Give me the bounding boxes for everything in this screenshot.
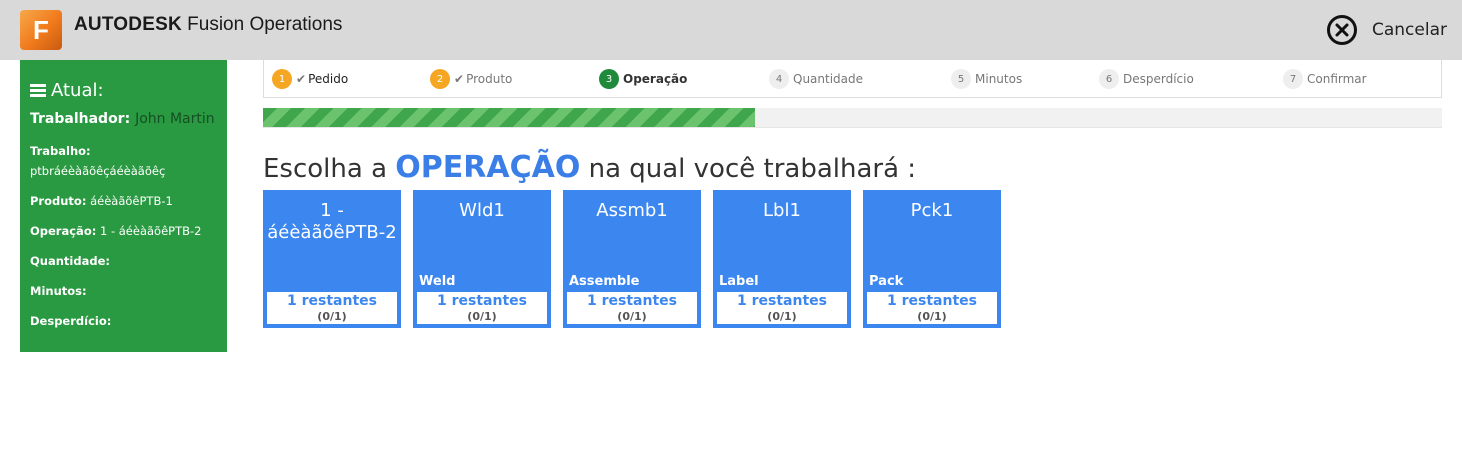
progress-bar xyxy=(263,108,1442,128)
operation-tile[interactable]: Lbl1 Label 1 restantes (0/1) xyxy=(713,190,851,328)
step-number: 1 xyxy=(272,69,292,89)
operation-value: 1 - áéèàãõêPTB-2 xyxy=(99,224,202,238)
remaining-ratio: (0/1) xyxy=(917,310,947,323)
remaining-ratio: (0/1) xyxy=(767,310,797,323)
worker-value: John Martin xyxy=(135,111,215,127)
cancel-label[interactable]: Cancelar xyxy=(1372,20,1447,40)
operation-tile[interactable]: Pck1 Pack 1 restantes (0/1) xyxy=(863,190,1001,328)
step-number: 5 xyxy=(951,69,971,89)
operation-label: Operação: xyxy=(30,224,97,238)
heading-emphasis: OPERAÇÃO xyxy=(395,150,581,185)
step-minutos: 5 Minutos xyxy=(951,69,1022,89)
step-produto[interactable]: 2 ✔ Produto xyxy=(430,69,512,89)
progress-fill xyxy=(263,108,755,127)
panel-title-label: Atual: xyxy=(51,80,104,101)
top-bar: F AUTODESK Fusion Operations Cancelar xyxy=(0,0,1462,60)
remaining-ratio: (0/1) xyxy=(317,310,347,323)
job-row: Trabalho: xyxy=(30,141,91,161)
panel-title: Atual: xyxy=(30,80,104,101)
remaining-count: 1 restantes xyxy=(887,293,977,309)
worker-row: Trabalhador: John Martin xyxy=(30,111,215,127)
check-icon: ✔ xyxy=(454,72,465,86)
job-label: Trabalho: xyxy=(30,144,91,158)
logo-letter: F xyxy=(33,14,49,45)
step-label: Minutos xyxy=(975,72,1023,86)
heading-prefix: Escolha a xyxy=(263,154,388,184)
brand-autodesk: AUTODESK xyxy=(74,14,182,35)
remaining-box: 1 restantes (0/1) xyxy=(417,292,547,324)
operation-code: Wld1 xyxy=(459,200,505,221)
app-title: AUTODESK Fusion Operations xyxy=(74,14,342,36)
fusion-logo: F xyxy=(20,10,62,50)
hamburger-icon xyxy=(30,84,46,97)
step-number: 3 xyxy=(599,69,619,89)
step-label: Confirmar xyxy=(1307,72,1367,86)
quantity-row: Quantidade: xyxy=(30,251,110,271)
brand-product: Fusion Operations xyxy=(187,14,343,35)
product-row: Produto: áéèàãõêPTB-1 xyxy=(30,191,173,211)
operation-description: Pack xyxy=(869,274,904,289)
step-label: Desperdício xyxy=(1123,72,1194,86)
step-desperdicio: 6 Desperdício xyxy=(1099,69,1194,89)
step-label: Pedido xyxy=(308,72,349,86)
step-number: 6 xyxy=(1099,69,1119,89)
step-number: 2 xyxy=(430,69,450,89)
operation-description: Assemble xyxy=(569,274,640,289)
remaining-box: 1 restantes (0/1) xyxy=(267,292,397,324)
job-value: ptbráéèàãõêçáéèàãõêç xyxy=(30,164,166,178)
waste-row: Desperdício: xyxy=(30,311,111,331)
product-label: Produto: xyxy=(30,194,87,208)
operation-row: Operação: 1 - áéèàãõêPTB-2 xyxy=(30,221,201,241)
remaining-count: 1 restantes xyxy=(587,293,677,309)
waste-label: Desperdício: xyxy=(30,314,112,328)
operation-description: Weld xyxy=(419,274,456,289)
remaining-count: 1 restantes xyxy=(737,293,827,309)
wizard-steps: 1 ✔ Pedido 2 ✔ Produto 3 Operação 4 Quan… xyxy=(263,60,1442,98)
step-quantidade: 4 Quantidade xyxy=(769,69,863,89)
quantity-label: Quantidade: xyxy=(30,254,110,268)
cancel-button[interactable]: Cancelar xyxy=(1326,14,1447,46)
remaining-box: 1 restantes (0/1) xyxy=(567,292,697,324)
operation-code: Pck1 xyxy=(910,200,954,221)
remaining-ratio: (0/1) xyxy=(467,310,497,323)
page-heading: Escolha a OPERAÇÃO na qual você trabalha… xyxy=(263,150,916,185)
step-label: Operação xyxy=(623,72,688,86)
remaining-ratio: (0/1) xyxy=(617,310,647,323)
step-operacao[interactable]: 3 Operação xyxy=(599,69,687,89)
check-icon: ✔ xyxy=(296,72,307,86)
remaining-count: 1 restantes xyxy=(287,293,377,309)
remaining-box: 1 restantes (0/1) xyxy=(867,292,997,324)
heading-suffix: na qual você trabalhará : xyxy=(588,154,917,184)
operation-tile[interactable]: Assmb1 Assemble 1 restantes (0/1) xyxy=(563,190,701,328)
current-info-panel: Atual: Trabalhador: John Martin Trabalho… xyxy=(20,60,227,352)
close-circle-icon[interactable] xyxy=(1326,14,1358,46)
operation-tile[interactable]: Wld1 Weld 1 restantes (0/1) xyxy=(413,190,551,328)
minutes-row: Minutos: xyxy=(30,281,87,301)
worker-label: Trabalhador: xyxy=(30,111,131,127)
step-label: Quantidade xyxy=(793,72,864,86)
product-value: áéèàãõêPTB-1 xyxy=(90,194,173,208)
operation-tile[interactable]: 1 - áéèàãõêPTB-2 1 restantes (0/1) xyxy=(263,190,401,328)
operation-code: Lbl1 xyxy=(763,200,801,221)
step-number: 4 xyxy=(769,69,789,89)
step-number: 7 xyxy=(1283,69,1303,89)
operation-code: 1 - áéèàãõêPTB-2 xyxy=(267,200,397,243)
operation-description: Label xyxy=(719,274,759,289)
job-value-row: ptbráéèàãõêçáéèàãõêç xyxy=(30,161,165,181)
operation-code: Assmb1 xyxy=(596,200,668,221)
remaining-count: 1 restantes xyxy=(437,293,527,309)
step-confirmar: 7 Confirmar xyxy=(1283,69,1367,89)
step-pedido[interactable]: 1 ✔ Pedido xyxy=(272,69,348,89)
remaining-box: 1 restantes (0/1) xyxy=(717,292,847,324)
step-label: Produto xyxy=(466,72,513,86)
minutes-label: Minutos: xyxy=(30,284,87,298)
